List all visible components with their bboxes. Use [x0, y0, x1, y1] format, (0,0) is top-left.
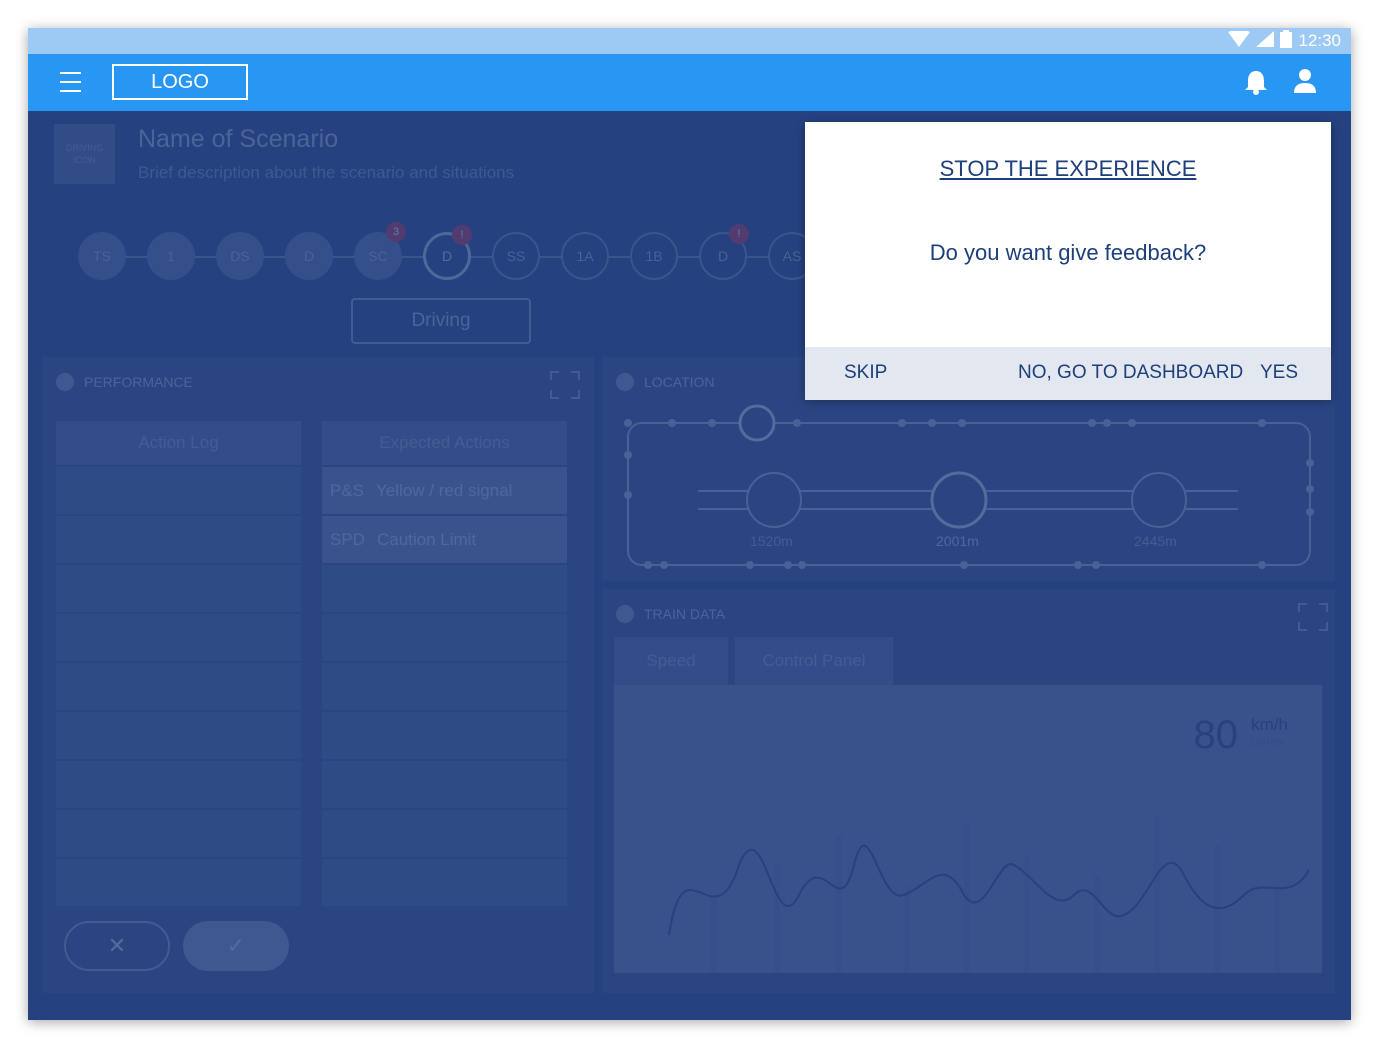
battery-icon [1280, 29, 1293, 53]
bell-icon[interactable] [1244, 69, 1268, 100]
menu-icon[interactable] [60, 72, 81, 92]
logo[interactable]: LOGO [112, 64, 248, 100]
app-bar: LOGO [28, 54, 1351, 111]
yes-button[interactable]: YES [1260, 362, 1298, 384]
status-bar: 12:30 [28, 28, 1351, 54]
go-to-dashboard-button[interactable]: NO, GO TO DASHBOARD [1018, 362, 1243, 384]
dialog-title: STOP THE EXPERIENCE [939, 156, 1197, 181]
skip-button[interactable]: SKIP [844, 362, 887, 384]
stop-experience-dialog: STOP THE EXPERIENCE Do you want give fee… [805, 122, 1331, 400]
dialog-message: Do you want give feedback? [929, 240, 1207, 265]
wifi-icon [1228, 29, 1251, 52]
signal-icon [1256, 30, 1275, 52]
dialog-actions: SKIP NO, GO TO DASHBOARD YES [805, 347, 1331, 400]
user-icon[interactable] [1292, 68, 1318, 99]
status-time: 12:30 [1298, 31, 1341, 50]
